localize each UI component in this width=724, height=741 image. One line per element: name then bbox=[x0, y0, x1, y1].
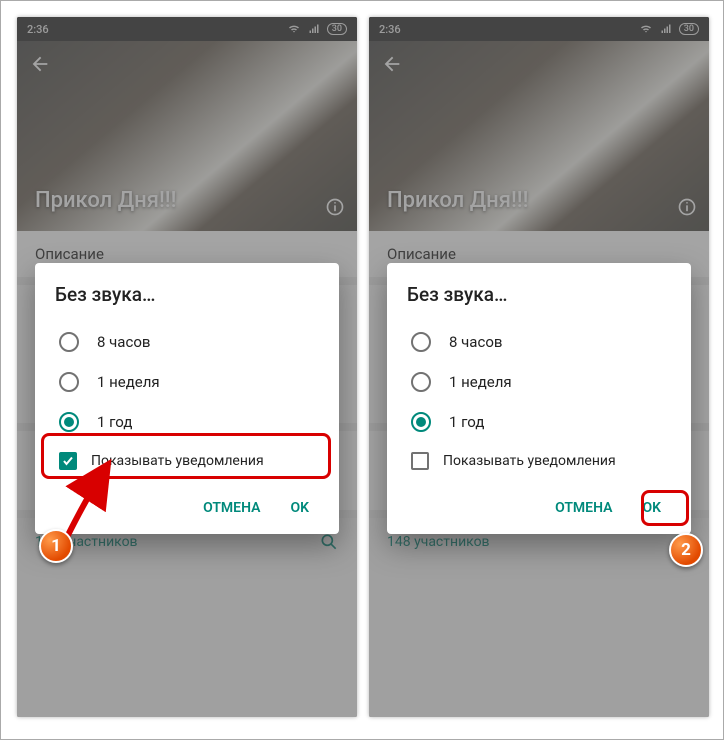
dialog-title: Без звука… bbox=[407, 283, 671, 306]
radio-icon bbox=[59, 332, 79, 352]
cancel-button[interactable]: ОТМЕНА bbox=[545, 492, 622, 524]
radio-option-8h[interactable]: 8 часов bbox=[55, 322, 319, 362]
radio-label: 8 часов bbox=[449, 333, 502, 351]
radio-option-1year[interactable]: 1 год bbox=[407, 402, 671, 442]
phone-screenshot-right: 2:36 30 Прикол Дня!!! Описание Без звука… bbox=[369, 17, 709, 717]
show-notifications-row[interactable]: Показывать уведомления bbox=[407, 442, 671, 480]
radio-label: 1 неделя bbox=[97, 373, 160, 391]
radio-label: 1 год bbox=[97, 413, 132, 431]
phone-screenshot-left: 2:36 30 Прикол Дня!!! Описание Без звука… bbox=[17, 17, 357, 717]
radio-icon-selected bbox=[411, 412, 431, 432]
show-notifications-row[interactable]: Показывать уведомления bbox=[55, 442, 319, 480]
ok-button[interactable]: OK bbox=[632, 492, 671, 524]
radio-icon bbox=[59, 372, 79, 392]
checkbox-unchecked-icon bbox=[411, 452, 429, 470]
radio-label: 8 часов bbox=[97, 333, 150, 351]
radio-option-1week[interactable]: 1 неделя bbox=[407, 362, 671, 402]
radio-icon bbox=[411, 332, 431, 352]
radio-option-8h[interactable]: 8 часов bbox=[407, 322, 671, 362]
mute-dialog: Без звука… 8 часов 1 неделя 1 год Показы… bbox=[387, 263, 691, 534]
radio-icon bbox=[411, 372, 431, 392]
dialog-actions: ОТМЕНА OK bbox=[55, 480, 319, 524]
show-notifications-label: Показывать уведомления bbox=[91, 453, 264, 469]
show-notifications-label: Показывать уведомления bbox=[443, 453, 616, 469]
radio-option-1week[interactable]: 1 неделя bbox=[55, 362, 319, 402]
checkbox-checked-icon bbox=[59, 452, 77, 470]
radio-label: 1 год bbox=[449, 413, 484, 431]
dialog-actions: ОТМЕНА OK bbox=[407, 480, 671, 524]
cancel-button[interactable]: ОТМЕНА bbox=[193, 492, 270, 524]
mute-dialog: Без звука… 8 часов 1 неделя 1 год Показы… bbox=[35, 263, 339, 534]
radio-label: 1 неделя bbox=[449, 373, 512, 391]
ok-button[interactable]: OK bbox=[280, 492, 319, 524]
radio-icon-selected bbox=[59, 412, 79, 432]
dialog-title: Без звука… bbox=[55, 283, 319, 306]
radio-option-1year[interactable]: 1 год bbox=[55, 402, 319, 442]
